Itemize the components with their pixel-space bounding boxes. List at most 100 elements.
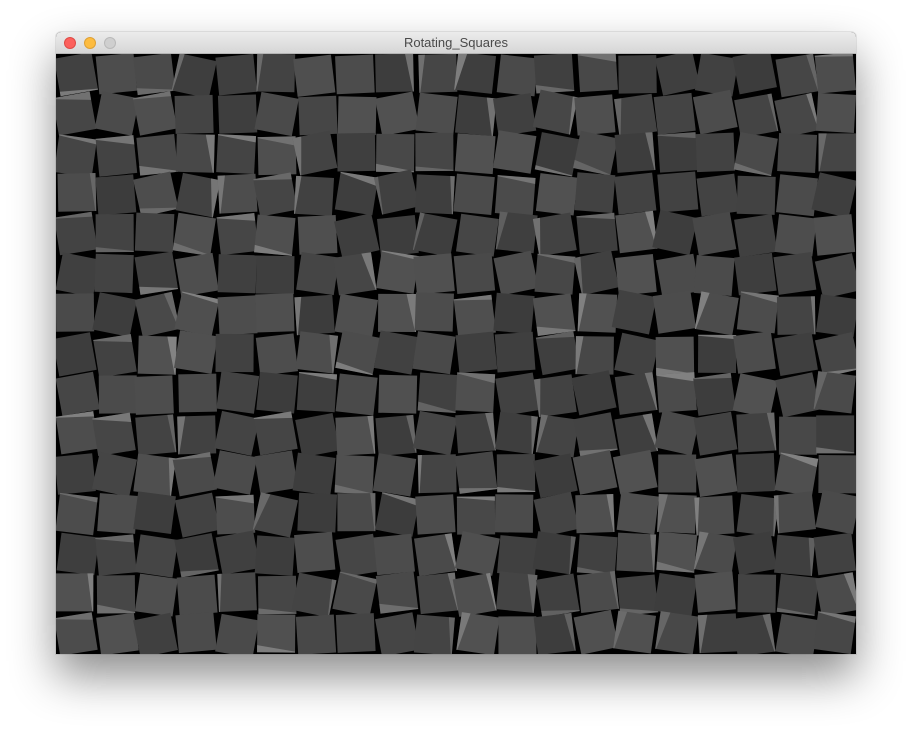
- rotating-square: [533, 54, 575, 94]
- rotating-square: [378, 293, 417, 332]
- rotating-square: [215, 333, 254, 373]
- rotating-square: [298, 95, 338, 136]
- square-body: [813, 532, 856, 576]
- rotating-square: [215, 613, 260, 654]
- square-body: [256, 371, 298, 414]
- rotating-square: [572, 449, 618, 495]
- square-body: [654, 410, 700, 456]
- square-body: [417, 454, 457, 494]
- rotating-square: [813, 371, 856, 414]
- square-body: [178, 373, 217, 413]
- square-body: [735, 453, 776, 493]
- rotating-square: [454, 451, 498, 494]
- square-body: [698, 334, 737, 373]
- rotating-square: [495, 571, 538, 613]
- square-body: [652, 290, 697, 334]
- rotating-square: [372, 453, 417, 497]
- square-body: [495, 372, 539, 417]
- rotating-square: [694, 54, 739, 97]
- rotating-square: [656, 531, 698, 573]
- rotating-square: [694, 571, 736, 613]
- rotating-square: [413, 614, 455, 654]
- rotating-square: [134, 375, 174, 415]
- rotating-square: [618, 55, 657, 94]
- rotating-square: [253, 172, 298, 217]
- square-body: [818, 455, 856, 494]
- rotating-square: [254, 214, 296, 256]
- square-body: [373, 330, 419, 375]
- rotating-square: [734, 93, 779, 138]
- rotating-square: [375, 612, 420, 654]
- square-body: [94, 91, 140, 136]
- square-body: [297, 215, 338, 255]
- rotating-square: [493, 292, 535, 335]
- rotating-square: [295, 614, 337, 654]
- square-body: [655, 253, 700, 298]
- square-body: [616, 532, 657, 573]
- square-body: [493, 292, 535, 335]
- rotating-square: [133, 453, 176, 497]
- rotating-square: [533, 453, 578, 499]
- square-body: [658, 454, 697, 493]
- rotating-square: [655, 611, 699, 654]
- square-body: [736, 493, 780, 537]
- square-body: [134, 375, 174, 415]
- square-body: [335, 533, 380, 578]
- square-body: [618, 55, 657, 94]
- rotating-square: [692, 211, 737, 256]
- rotating-square: [253, 411, 298, 456]
- rotating-square: [171, 54, 217, 99]
- rotating-square: [336, 132, 376, 172]
- sketch-canvas[interactable]: [56, 54, 856, 654]
- rotating-square: [293, 175, 335, 216]
- rotating-square: [533, 612, 576, 654]
- rotating-square: [658, 454, 697, 493]
- rotating-square: [732, 613, 776, 654]
- square-body: [373, 533, 415, 576]
- square-body: [296, 252, 340, 296]
- rotating-square: [292, 452, 336, 496]
- rotating-square: [256, 371, 298, 414]
- square-body: [694, 571, 736, 613]
- square-body: [56, 293, 95, 332]
- rotating-square: [777, 133, 818, 173]
- rotating-square: [775, 54, 820, 98]
- rotating-square: [695, 132, 736, 173]
- square-body: [95, 174, 137, 216]
- square-body: [612, 449, 658, 495]
- square-body: [255, 293, 295, 333]
- rotating-square: [255, 293, 295, 333]
- rotating-square: [657, 132, 699, 173]
- rotating-square: [492, 93, 537, 137]
- rotating-square: [774, 534, 816, 577]
- rotating-square: [217, 295, 258, 336]
- square-body: [776, 296, 816, 335]
- rotating-square: [776, 296, 816, 335]
- rotating-square: [616, 574, 659, 616]
- rotating-square: [291, 572, 337, 618]
- square-body: [496, 54, 539, 97]
- square-body: [214, 410, 260, 456]
- rotating-square: [778, 416, 818, 455]
- rotating-square: [414, 174, 455, 215]
- rotating-square: [134, 291, 180, 338]
- rotating-square: [614, 332, 660, 378]
- rotating-square: [91, 451, 138, 497]
- square-body: [176, 574, 218, 616]
- title-bar[interactable]: Rotating_Squares: [56, 32, 856, 54]
- rotating-square: [694, 453, 738, 497]
- rotating-square: [576, 212, 618, 255]
- rotating-square: [498, 616, 537, 654]
- square-body: [92, 292, 138, 337]
- rotating-square: [576, 534, 618, 576]
- rotating-square: [494, 331, 536, 373]
- square-body: [455, 331, 498, 374]
- rotating-square: [134, 534, 179, 578]
- square-body: [734, 214, 778, 258]
- square-body: [97, 493, 138, 534]
- rotating-square: [656, 372, 697, 413]
- rotating-square: [611, 289, 657, 335]
- square-body: [174, 94, 214, 134]
- square-body: [95, 54, 138, 95]
- rotating-square: [497, 535, 539, 577]
